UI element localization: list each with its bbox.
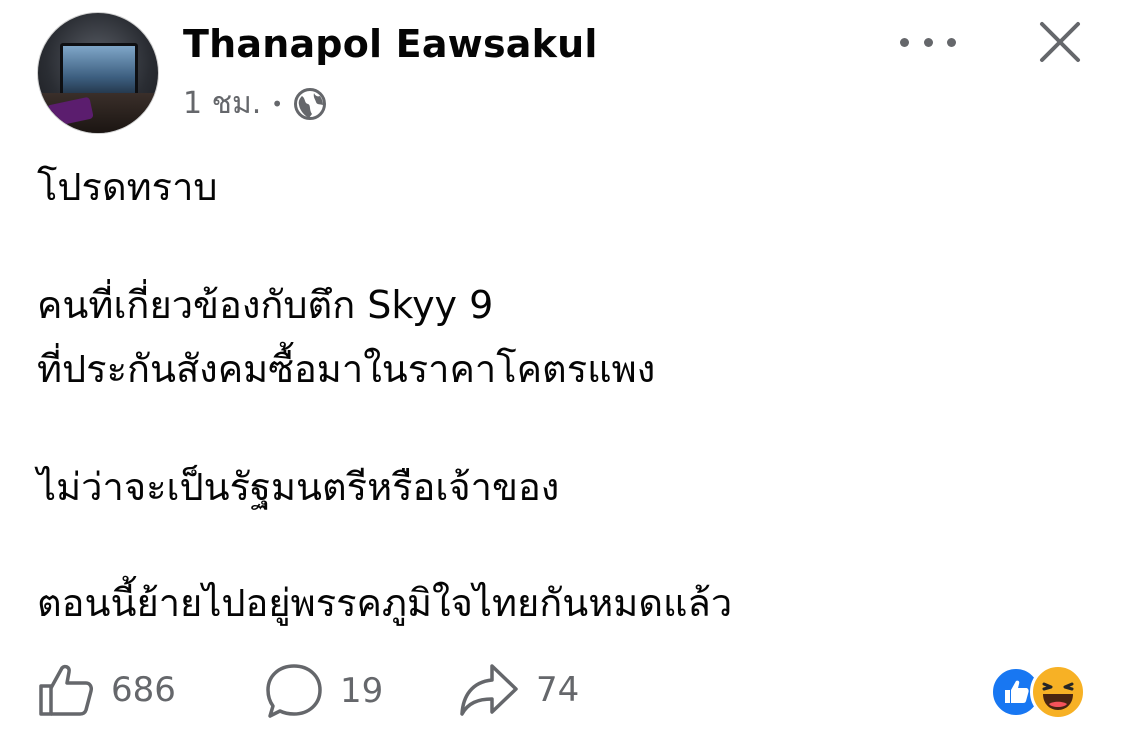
post-time[interactable]: 1 ชม. <box>183 80 261 127</box>
comment-count: 19 <box>340 671 384 711</box>
thumbs-up-icon <box>37 662 95 718</box>
share-button[interactable]: 74 <box>458 662 579 718</box>
comment-icon <box>264 662 324 720</box>
post-text-line: ที่ประกันสังคมซื้อมาในราคาโคตรแพง <box>37 347 656 391</box>
post-meta: 1 ชม. • <box>183 80 327 127</box>
post-text-line: ไม่ว่าจะเป็นรัฐมนตรีหรือเจ้าของ <box>37 465 560 509</box>
like-count: 686 <box>111 670 176 710</box>
post-text-line: คนที่เกี่ยวข้องกับตึก Skyy 9 <box>37 283 494 327</box>
like-button[interactable]: 686 <box>37 662 176 718</box>
post-text-line: โปรดทราบ <box>37 165 218 209</box>
haha-reaction-icon <box>1030 664 1086 720</box>
author-avatar[interactable] <box>37 12 159 134</box>
more-options-icon[interactable] <box>900 24 956 60</box>
post-text-line: ตอนนี้ย้ายไปอยู่พรรคภูมิใจไทยกันหมดแล้ว <box>37 581 733 625</box>
reaction-summary[interactable] <box>990 664 1100 720</box>
share-arrow-icon <box>458 662 520 718</box>
globe-icon[interactable] <box>293 87 327 121</box>
comment-button[interactable]: 19 <box>264 662 383 720</box>
share-count: 74 <box>536 670 580 710</box>
close-icon[interactable] <box>1036 18 1084 66</box>
meta-separator: • <box>271 91 284 116</box>
author-name[interactable]: Thanapol Eawsakul <box>183 22 598 66</box>
